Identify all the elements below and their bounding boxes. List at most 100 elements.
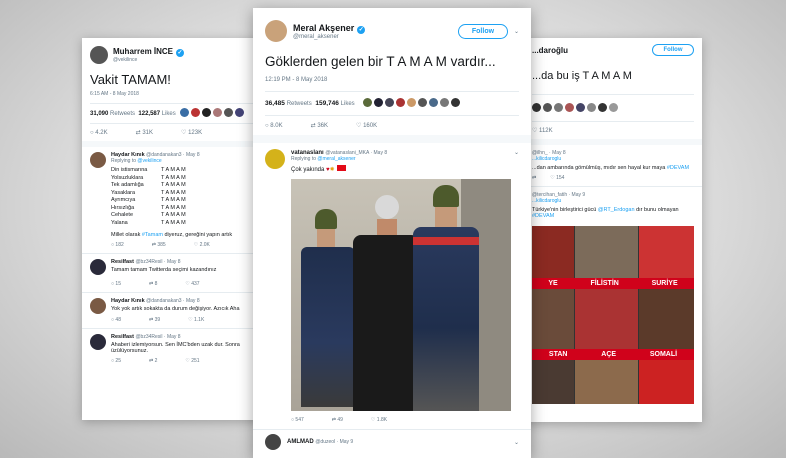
avatar[interactable]	[90, 152, 106, 168]
reply-handle[interactable]: @dandanakan3 · May 8	[146, 298, 199, 304]
reply-button[interactable]: ○ 182	[111, 242, 138, 248]
reply-handle[interactable]: @duzeol · May 9	[315, 439, 353, 445]
avatar[interactable]	[90, 298, 106, 314]
reply-photo[interactable]	[291, 179, 511, 411]
avatar[interactable]	[265, 149, 285, 169]
reply-button[interactable]: ○ 25	[111, 358, 135, 364]
replying-to-link[interactable]: ...kilicdaroglu	[532, 156, 694, 162]
retweet-button[interactable]: ⇄ 8	[149, 281, 171, 287]
collage-label: STAN	[548, 351, 568, 358]
reply-handle[interactable]: @bz34Resil · May 8	[135, 259, 180, 265]
reply-author[interactable]: vatanaslanı	[291, 150, 324, 156]
reply-button[interactable]: ○ 8.0K	[265, 123, 297, 129]
tweet-text: Vakit TAMAM!	[90, 72, 171, 87]
author-name[interactable]: Meral Akşener	[293, 23, 354, 33]
reply-button[interactable]: ○ 4.2K	[90, 130, 122, 136]
like-button[interactable]: ♡ 251	[185, 358, 213, 364]
retweet-button[interactable]: ⇄ 49	[332, 417, 357, 423]
avatar[interactable]	[90, 334, 106, 350]
avatar[interactable]	[90, 46, 108, 64]
avatar[interactable]	[90, 259, 106, 275]
liker-avatars	[179, 108, 246, 119]
like-button[interactable]: ♡ 437	[185, 281, 213, 287]
left-tweet-card: Muharrem İNCE ✓ @vekilince Vakit TAMAM! 6…	[82, 38, 272, 420]
retweet-button[interactable]: ⇄ 31K	[136, 129, 167, 136]
reply-tweet[interactable]: Haydar Kınık @dandanakan3 · May 8 Yok yo…	[82, 293, 272, 328]
collage-image[interactable]: YE FİLİSTİN SURİYE STAN AÇE SOMALİ	[532, 226, 694, 404]
hashtag-link[interactable]: #DEVAM	[532, 213, 694, 219]
replying-label: Replying to	[111, 158, 137, 164]
collage-label: FİLİSTİN	[590, 280, 619, 287]
replying-to-link[interactable]: ...kilicdaroglu	[532, 198, 694, 204]
follow-button[interactable]: Follow	[652, 44, 694, 56]
reply-text: Çok yakında	[291, 167, 325, 173]
turkish-flag-icon	[336, 165, 346, 171]
hashtag-link[interactable]: #Tamam	[142, 232, 163, 238]
follow-button[interactable]: Follow	[457, 23, 508, 39]
retweet-count: 31,090	[90, 110, 109, 117]
chevron-down-icon[interactable]: ⌄	[514, 149, 519, 156]
reply-author[interactable]: AMLMAD	[287, 439, 314, 445]
reply-tweet[interactable]: @ilhn_ · May 8 ...kilicdaroglu ...dan am…	[524, 145, 702, 186]
like-count: 159,746	[315, 100, 339, 107]
reply-tweet[interactable]: AMLMAD @duzeol · May 9 ⌄	[253, 430, 531, 454]
chevron-down-icon[interactable]: ⌄	[514, 439, 519, 446]
retweet-button[interactable]: ⇄ 39	[149, 317, 174, 323]
reply-tweet[interactable]: vatanaslanı @vatanaslani_MKA · May 8 ⌄ R…	[253, 143, 531, 429]
reply-handle[interactable]: @vatanaslani_MKA · May 8	[325, 150, 387, 156]
like-button[interactable]: ♡ 112K	[532, 127, 567, 134]
retweet-button[interactable]: ⇄	[532, 175, 536, 181]
replying-to-link[interactable]: @vekilince	[137, 158, 161, 164]
like-label: Likes	[161, 110, 176, 117]
collage-label: SURİYE	[651, 280, 678, 287]
retweet-button[interactable]: ⇄ 36K	[311, 122, 342, 129]
retweet-button[interactable]: ⇄ 385	[152, 242, 180, 248]
mention-link[interactable]: @RT_Erdogan	[598, 207, 635, 213]
reply-tweet[interactable]: Resilfast @bz34Resil · May 8 Tamam tamam…	[82, 254, 272, 292]
reply-text: Tamam tamam Twitterda seçimi kazandınız	[111, 267, 217, 273]
photo-figure-right	[413, 185, 479, 411]
like-button[interactable]: ♡ 160K	[356, 122, 391, 129]
tweet-text: Göklerden gelen bir T A M A M vardır...	[265, 54, 496, 69]
reply-button[interactable]: ○ 48	[111, 317, 135, 323]
liker-avatars	[532, 99, 620, 117]
like-button[interactable]: ♡ 2.0K	[194, 242, 224, 248]
retweet-label: Retweets	[110, 110, 136, 117]
avatar[interactable]	[265, 434, 281, 450]
author-name[interactable]: Muharrem İNCE	[113, 47, 173, 56]
tweet-time[interactable]: 6:15 AM - 8 May 2018	[90, 91, 264, 97]
reply-author[interactable]: Resilfast	[111, 259, 134, 265]
reply-text: ...dan ambarında gömülmüş, mıdır sen hay…	[532, 165, 666, 171]
like-button[interactable]: ♡ 1.8K	[371, 417, 401, 423]
star-emoji-icon: ✸	[329, 167, 335, 173]
reply-author[interactable]: Resilfast	[111, 334, 134, 340]
reply-tweet[interactable]: @tercihan_fatih · May 9 ...kilicdaroglu …	[524, 187, 702, 224]
reply-author[interactable]: Haydar Kınık	[111, 298, 145, 304]
author-handle[interactable]: @vekilince	[113, 57, 184, 63]
like-button[interactable]: ♡ 1.1K	[188, 317, 218, 323]
photo-figure-center	[353, 195, 419, 411]
chevron-down-icon[interactable]: ⌄	[514, 28, 519, 35]
right-tweet-card: ...daroğlu Follow ...da bu iş T A M A M …	[524, 38, 702, 422]
replying-label: Replying to	[291, 156, 317, 162]
reply-button[interactable]: ○ 547	[291, 417, 318, 423]
reply-handle[interactable]: @bz34Resil · May 8	[135, 334, 180, 340]
retweet-button[interactable]: ⇄ 2	[149, 358, 171, 364]
replying-to-link[interactable]: @meral_aksener	[317, 156, 355, 162]
author-name[interactable]: ...daroğlu	[532, 46, 568, 55]
tweet-time[interactable]: 12:19 PM - 8 May 2018	[265, 77, 519, 83]
like-button[interactable]: ♡ 123K	[181, 129, 216, 136]
collage-label: SOMALİ	[649, 351, 678, 358]
verified-icon: ✓	[357, 25, 366, 34]
reply-tweet[interactable]: Haydar Kınık @dandanakan3 · May 8 Replyi…	[82, 147, 272, 253]
reply-text: Ahaberi izlemiyorsun. Sen İMC'bden uzak …	[111, 342, 240, 354]
reply-text: Millet olarak	[111, 232, 141, 238]
author-handle[interactable]: @meral_aksener	[293, 34, 365, 40]
like-count: 122,587	[138, 110, 161, 117]
like-label: Likes	[340, 100, 355, 107]
reply-tweet[interactable]: Resilfast @bz34Resil · May 8 Ahaberi izl…	[82, 329, 272, 369]
reply-button[interactable]: ○ 15	[111, 281, 135, 287]
hashtag-link[interactable]: #DEVAM	[667, 165, 689, 171]
like-button[interactable]: ♡ 154	[550, 175, 578, 181]
avatar[interactable]	[265, 20, 287, 42]
